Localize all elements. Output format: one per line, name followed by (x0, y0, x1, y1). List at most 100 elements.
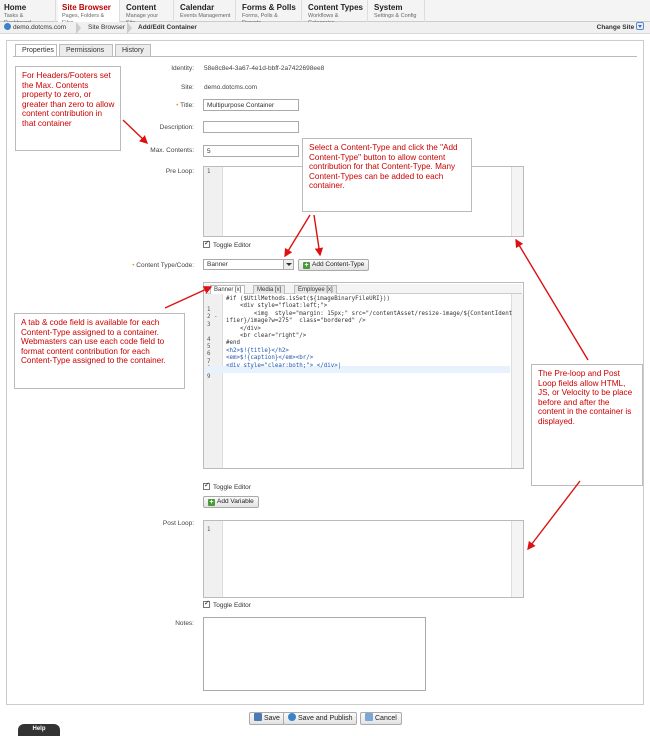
save-button[interactable]: Save (249, 712, 285, 725)
add-content-type-label: Add Content-Type (312, 261, 365, 268)
nav-tab-title: Forms & Polls (242, 3, 296, 12)
tab-history[interactable]: History (115, 44, 151, 56)
line-number: 5 (207, 344, 211, 350)
callout-loop-fields: The Pre-loop and Post Loop fields allow … (531, 364, 643, 486)
line-number: 1 (207, 527, 211, 533)
content-type-code-editor[interactable]: Banner [x] Media [x] Employee [x] 12 -3 4… (203, 282, 524, 469)
code-tab-media[interactable]: Media [x] (253, 285, 286, 294)
line-number: 3 (207, 321, 211, 328)
plus-icon: + (208, 499, 215, 506)
nav-tab-title: System (374, 3, 403, 12)
add-content-type-button[interactable]: + Add Content-Type (298, 259, 370, 271)
notes-field[interactable] (203, 617, 426, 691)
line-number: 9 (207, 373, 211, 380)
tab-properties[interactable]: Properties (15, 44, 57, 56)
post-loop-label: Post Loop: (162, 520, 194, 527)
content-type-label-text: Content Type/Code: (136, 262, 194, 269)
nav-tab-title: Home (4, 3, 27, 12)
pre-loop-label: Pre Loop: (165, 168, 194, 175)
floppy-disk-icon (254, 713, 262, 721)
globe-icon (288, 713, 296, 721)
content-type-select[interactable]: Banner (203, 259, 294, 270)
toggle-editor-label: Toggle Editor (213, 242, 251, 249)
nav-tab-system[interactable]: System Settings & Config (370, 0, 425, 22)
line-number: 1 (207, 169, 211, 175)
nav-tab-title: Content Types (308, 3, 363, 12)
help-button[interactable]: Help (18, 724, 60, 736)
save-and-publish-label: Save and Publish (298, 715, 353, 722)
line-number: 2 - (207, 314, 218, 321)
max-contents-field[interactable]: 5 (203, 145, 299, 157)
cancel-button[interactable]: Cancel (360, 712, 402, 725)
code-line: ifier}/image?w=275" class="bordered" /> (226, 318, 366, 325)
title-field[interactable]: Multipurpose Container (203, 99, 299, 111)
undo-icon (365, 713, 373, 721)
cancel-label: Cancel (375, 715, 397, 722)
plus-icon: + (303, 262, 310, 269)
breadcrumb-site-label: demo.dotcms.com (13, 24, 67, 31)
line-gutter: 1 (204, 167, 223, 236)
change-site-button[interactable]: Change Site (597, 22, 644, 34)
checkbox-icon (203, 239, 210, 248)
callout-content-type: Select a Content-Type and click the "Add… (302, 138, 472, 212)
add-variable-button[interactable]: + Add Variable (203, 496, 259, 508)
code-line: <br clear="right"/> (226, 333, 307, 339)
line-gutter: 1 (204, 521, 223, 597)
site-value: demo.dotcms.com (204, 84, 258, 91)
nav-tab-subtitle: Settings & Config (374, 13, 417, 19)
code-tab-banner[interactable]: Banner [x] (210, 285, 246, 294)
post-loop-toggle-editor[interactable]: Toggle Editor (203, 599, 251, 609)
toggle-editor-label: Toggle Editor (213, 602, 251, 609)
nav-tab-forms-polls[interactable]: Forms & PollsForms, Polls & Reports (238, 0, 302, 26)
line-gutter: 12 -3456789 (204, 294, 223, 468)
change-site-label: Change Site (596, 24, 635, 31)
nav-tab-title: Calendar (180, 3, 215, 12)
breadcrumb-separator-icon (76, 22, 81, 34)
line-number: 1 (207, 307, 211, 313)
nav-tab-title: Content (126, 3, 157, 12)
main-nav: HomeTasks & Dashboard Site BrowserPages,… (0, 0, 650, 26)
nav-tab-content[interactable]: ContentManage your Site (122, 0, 174, 26)
required-marker: • (176, 102, 179, 109)
code-line: #if ($UtilMethods.isSet(${imageBinaryFil… (226, 296, 391, 302)
editor-scrollbar[interactable] (511, 294, 523, 468)
breadcrumb: demo.dotcms.com Site Browser Add/Edit Co… (0, 22, 650, 34)
code-line: <img style="margin: 15px;" src="/content… (226, 310, 513, 317)
required-marker: • (132, 262, 135, 269)
editor-scrollbar[interactable] (511, 521, 523, 597)
code-tab-employee[interactable]: Employee [x] (294, 285, 337, 294)
editor-scrollbar[interactable] (511, 167, 523, 236)
notes-label: Notes: (175, 620, 194, 627)
code-line: </div> (226, 325, 261, 332)
code-line: <div style="float:left;"> (226, 303, 328, 310)
breadcrumb-site[interactable]: demo.dotcms.com (4, 22, 66, 34)
description-field[interactable] (203, 121, 299, 133)
content-type-selected: Banner (207, 261, 228, 268)
globe-icon (4, 23, 11, 30)
callout-max-contents: For Headers/Footers set the Max. Content… (15, 66, 121, 151)
save-label: Save (264, 715, 280, 722)
line-number: 6 (207, 351, 211, 358)
nav-tab-site-browser[interactable]: Site BrowserPages, Folders & Files (58, 0, 120, 26)
nav-tab-content-types[interactable]: Content TypesWorkflows & Categories (304, 0, 368, 26)
breadcrumb-site-browser[interactable]: Site Browser (88, 22, 125, 34)
checkbox-icon (203, 599, 210, 608)
breadcrumb-separator-icon (127, 22, 132, 34)
code-toggle-editor[interactable]: Toggle Editor (203, 481, 251, 491)
title-label-text: Title: (180, 102, 194, 109)
save-and-publish-button[interactable]: Save and Publish (283, 712, 358, 725)
chevron-down-icon (636, 22, 644, 30)
callout-code-field: A tab & code field is available for each… (14, 313, 185, 389)
tab-permissions[interactable]: Permissions (59, 44, 113, 56)
toggle-editor-label: Toggle Editor (213, 484, 251, 491)
line-number: 7 (207, 358, 211, 365)
nav-tab-home[interactable]: HomeTasks & Dashboard (0, 0, 56, 26)
code-tabs: Banner [x] Media [x] Employee [x] (205, 284, 522, 294)
post-loop-editor[interactable]: 1 (203, 520, 524, 598)
nav-tab-calendar[interactable]: Calendar Events Management (176, 0, 236, 22)
chevron-down-icon (283, 260, 293, 269)
checkbox-icon (203, 481, 210, 490)
identity-value: 58e8c8e4-3a67-4e1d-bbff-2a7422698ee8 (204, 65, 325, 72)
nav-tab-title: Site Browser (62, 3, 111, 12)
pre-loop-toggle-editor[interactable]: Toggle Editor (203, 239, 251, 249)
